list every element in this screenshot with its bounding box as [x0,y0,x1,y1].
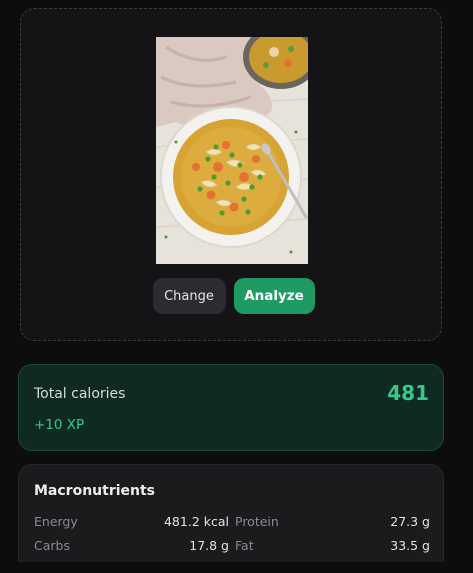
app-screen: Change Analyze Total calories 481 +10 XP… [0,0,473,573]
change-photo-button[interactable]: Change [152,278,226,314]
macronutrients-title: Macronutrients [34,483,156,499]
energy-label: Energy [34,514,78,529]
protein-value: 27.3 g [390,514,430,529]
macronutrients-card: Macronutrients Energy 481.2 kcal Protein… [18,464,444,573]
protein-label: Protein [235,514,279,529]
energy-value: 481.2 kcal [163,514,229,529]
total-calories-value: 481 [387,381,429,405]
food-photo [156,37,308,264]
fat-label: Fat [235,538,254,553]
carbs-label: Carbs [34,538,70,553]
photo-actions: Change Analyze [21,278,441,314]
macro-row: Carbs 17.8 g Fat 33.5 g [34,538,430,556]
fat-value: 33.5 g [390,538,430,553]
total-calories-label: Total calories [34,386,126,402]
macro-row: Energy 481.2 kcal Protein 27.3 g [34,514,430,532]
total-calories-card: Total calories 481 +10 XP [18,364,444,451]
photo-upload-area[interactable]: Change Analyze [20,8,442,341]
analyze-button[interactable]: Analyze [233,278,315,314]
carbs-value: 17.8 g [189,538,229,553]
bottom-edge [0,562,473,573]
xp-reward: +10 XP [34,417,85,433]
